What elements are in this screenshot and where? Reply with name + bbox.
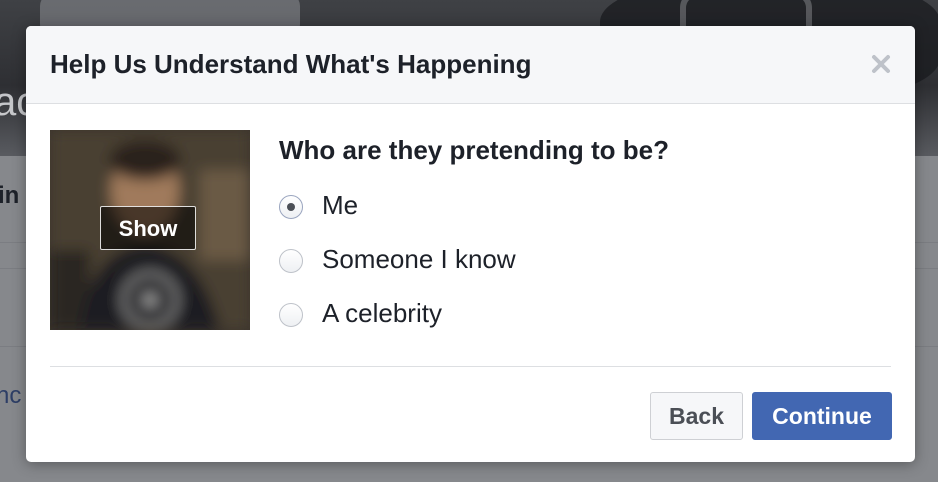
show-photo-button[interactable]: Show	[100, 206, 196, 250]
background-text: in	[0, 182, 20, 209]
close-icon-glyph	[872, 55, 890, 73]
report-dialog: Help Us Understand What's Happening Show…	[26, 26, 915, 462]
option-label: A celebrity	[322, 298, 442, 328]
close-icon[interactable]	[869, 52, 893, 76]
continue-button[interactable]: Continue	[752, 392, 892, 440]
question-heading: Who are they pretending to be?	[279, 135, 670, 165]
dialog-header: Help Us Understand What's Happening	[26, 26, 915, 104]
dialog-title: Help Us Understand What's Happening	[50, 49, 532, 79]
option-label: Me	[322, 190, 359, 220]
background-link: nc	[0, 382, 22, 409]
back-button[interactable]: Back	[650, 392, 743, 440]
option-label: Someone I know	[322, 244, 516, 274]
radio-button[interactable]	[279, 303, 303, 327]
radio-button-checked[interactable]	[279, 195, 303, 219]
dialog-body: Show Who are they pretending to be? Me S…	[26, 104, 915, 368]
profile-photo: Show	[50, 130, 250, 330]
footer-divider	[50, 366, 891, 367]
radio-button[interactable]	[279, 249, 303, 273]
